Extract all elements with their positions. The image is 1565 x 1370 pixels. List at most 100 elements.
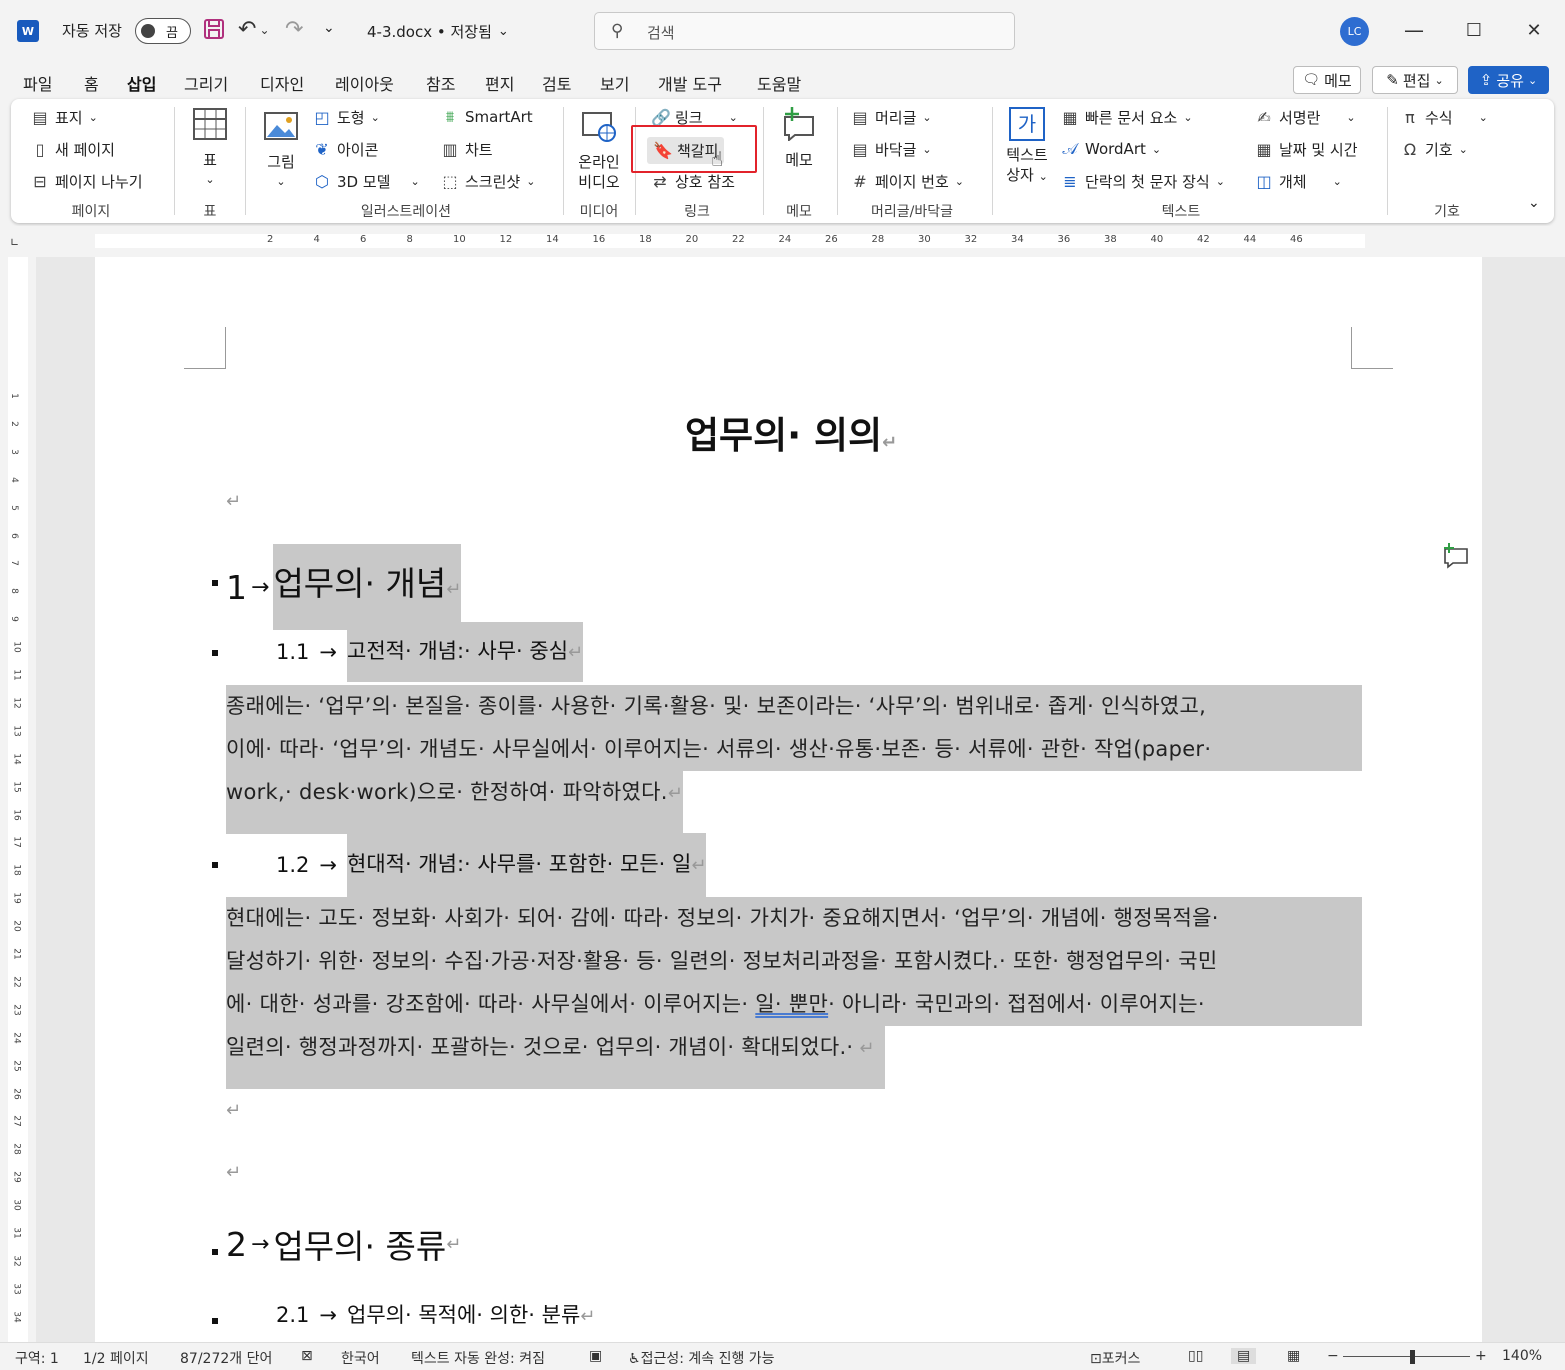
share-button[interactable]: ⇪ 공유 ⌄ [1468,66,1549,94]
new-comment-label: 메모 [785,151,813,169]
tab-home[interactable]: 홈 [84,71,99,95]
crop-mark [184,327,226,369]
chevron-down-icon: ⌄ [1346,111,1356,124]
tab-layout[interactable]: 레이아웃 [335,71,394,95]
document-canvas[interactable]: 업무의· 의의↵ ↵ 1 → 업무의· 개념↵ 1.1 → 고전적· 개념:· 사무· … [36,257,1565,1342]
chevron-down-icon: ⌄ [1434,73,1444,87]
grammar-underlined-text[interactable]: 일· 뿐만 [755,992,828,1016]
zoom-level[interactable]: 140% [1502,1348,1542,1364]
vertical-ruler-number: 13 [11,725,22,737]
quick-parts-button[interactable]: ▦ 빠른 문서 요소 ⌄ [1061,107,1192,128]
zoom-slider[interactable] [1343,1356,1470,1357]
word-app-icon: W [17,20,39,42]
save-icon[interactable] [203,18,225,40]
add-comment-icon[interactable] [1441,541,1469,573]
tab-help[interactable]: 도움말 [757,71,801,95]
macro-recording-icon[interactable]: ▣ [589,1348,602,1364]
tab-insert[interactable]: 삽입 [127,71,157,102]
vertical-ruler-number: 3 [8,448,19,455]
screenshot-icon: ⬚ [442,172,458,191]
collapse-ribbon-icon[interactable]: ⌄ [1528,195,1540,211]
undo-icon[interactable]: ↶ ⌄ [238,17,270,42]
symbol-button[interactable]: Ω 기호 ⌄ [1401,139,1468,160]
word-count[interactable]: 87/272개 단어 [180,1348,272,1368]
maximize-button[interactable]: ☐ [1459,14,1489,46]
tab-references[interactable]: 참조 [426,71,455,95]
blank-page-icon: ▯ [35,140,45,159]
tab-selector-icon[interactable]: ∟ [10,236,19,249]
shapes-label: 도형 [337,109,365,127]
ruler-number: 42 [1197,234,1210,245]
chart-label: 차트 [465,141,493,159]
blank-page-button[interactable]: ▯ 새 페이지 [31,139,115,160]
page-indicator[interactable]: 1/2 페이지 [83,1348,149,1368]
3d-models-button[interactable]: ⬡ 3D 모델 ⌄ [313,171,420,192]
zoom-in-button[interactable]: + [1475,1348,1487,1364]
page-break-button[interactable]: ⊟ 페이지 나누기 [31,171,142,192]
object-button[interactable]: ◫ 개체 ⌄ [1255,171,1341,192]
horizontal-ruler[interactable]: ∟ 2 4 6 8 10 12 14 16 18 20 22 24 26 28 30 32 34 36 38 40 42… [0,226,1565,256]
autosave-toggle[interactable]: 끔 [135,18,191,44]
filename-dropdown[interactable]: 4-3.docx • 저장됨 ⌄ [367,21,509,42]
tab-mailings[interactable]: 편지 [485,71,514,95]
section-indicator[interactable]: 구역: 1 [15,1348,59,1368]
heading-text-value: 고전적· 개념:· 사무· 중심 [347,639,569,663]
tab-developer[interactable]: 개발 도구 [658,71,722,95]
smartart-button[interactable]: ⩩ SmartArt [441,107,533,127]
search-box[interactable]: ⚲ 검색 [594,12,1015,50]
ruler-number: 6 [360,234,367,245]
picture-button[interactable]: 그림 ⌄ [259,109,303,192]
footer-button[interactable]: ▤ 바닥글 ⌄ [851,139,931,160]
tab-review[interactable]: 검토 [542,71,571,95]
web-layout-icon[interactable]: ▦ [1287,1348,1300,1364]
language-indicator[interactable]: 한국어 [341,1348,380,1368]
text-box-label-2: 상자 [1006,166,1034,184]
redo-icon[interactable]: ↷ [285,17,303,42]
chart-button[interactable]: ▥ 차트 [441,139,493,160]
signature-line-button[interactable]: ✍ 서명란 ⌄ [1255,107,1356,128]
ruler-number: 8 [406,234,413,245]
avatar[interactable]: LC [1340,17,1369,46]
cross-reference-button[interactable]: ⇄ 상호 참조 [651,171,735,192]
text-prediction-status[interactable]: 텍스트 자동 완성: 켜짐 [411,1348,545,1368]
zoom-slider-thumb[interactable] [1410,1350,1415,1364]
customize-toolbar-icon[interactable]: ⌄ [323,20,335,36]
print-layout-icon[interactable]: ▤ [1231,1348,1257,1364]
proofing-icon[interactable]: ⊠ [301,1348,313,1364]
read-mode-icon[interactable]: ▯▯ [1188,1348,1203,1364]
accessibility-label: 접근성: 계속 진행 가능 [640,1351,775,1367]
header-button[interactable]: ▤ 머리글 ⌄ [851,107,931,128]
table-button[interactable]: 표 ⌄ [187,107,233,190]
page-number-button[interactable]: # 페이지 번호 ⌄ [851,171,964,192]
document-page[interactable]: 업무의· 의의↵ ↵ 1 → 업무의· 개념↵ 1.1 → 고전적· 개념:· 사무· … [95,257,1482,1342]
icons-button[interactable]: ❦ 아이콘 [313,139,378,160]
accessibility-status[interactable]: ♿접근성: 계속 진행 가능 [628,1348,775,1368]
focus-mode-button[interactable]: ⊡포커스 [1090,1348,1140,1368]
group-separator [174,107,175,215]
cross-reference-label: 상호 참조 [675,173,735,191]
close-button[interactable]: ✕ [1519,14,1549,46]
comments-button[interactable]: 🗨 메모 [1293,66,1361,94]
tab-view[interactable]: 보기 [600,71,629,95]
minimize-button[interactable]: — [1399,14,1429,46]
screenshot-button[interactable]: ⬚ 스크린샷 ⌄ [441,171,535,192]
vertical-ruler-number: 32 [11,1255,22,1267]
editing-mode-button[interactable]: ✎ 편집 ⌄ [1372,66,1458,94]
text-box-button[interactable]: 가 텍스트 상자 ⌄ [1001,107,1053,187]
tab-design[interactable]: 디자인 [260,71,304,95]
ruler-number: 30 [918,234,931,245]
wordart-button[interactable]: 𝒜 WordArt ⌄ [1061,139,1161,159]
tab-draw[interactable]: 그리기 [184,71,228,95]
vertical-ruler[interactable]: 1 2 3 4 5 6 7 8 9 10 11 12 13 14 15 16 17 18 19 20 21 22 23 24 2… [0,257,36,1342]
tab-file[interactable]: 파일 [23,71,52,95]
equation-button[interactable]: π 수식 ⌄ [1401,107,1488,128]
shapes-button[interactable]: ◰ 도형 ⌄ [313,107,379,128]
autosave-state: 끔 [166,26,178,41]
new-comment-button[interactable]: 메모 [775,107,823,170]
cover-page-button[interactable]: ▤ 표지 ⌄ [31,107,97,128]
drop-cap-button[interactable]: ≣ 단락의 첫 문자 장식 ⌄ [1061,171,1225,192]
vertical-ruler-number: 17 [11,836,22,849]
date-time-button[interactable]: ▦ 날짜 및 시간 [1255,139,1357,160]
zoom-out-button[interactable]: − [1327,1348,1339,1364]
online-video-button[interactable]: 온라인 비디오 [573,109,625,192]
